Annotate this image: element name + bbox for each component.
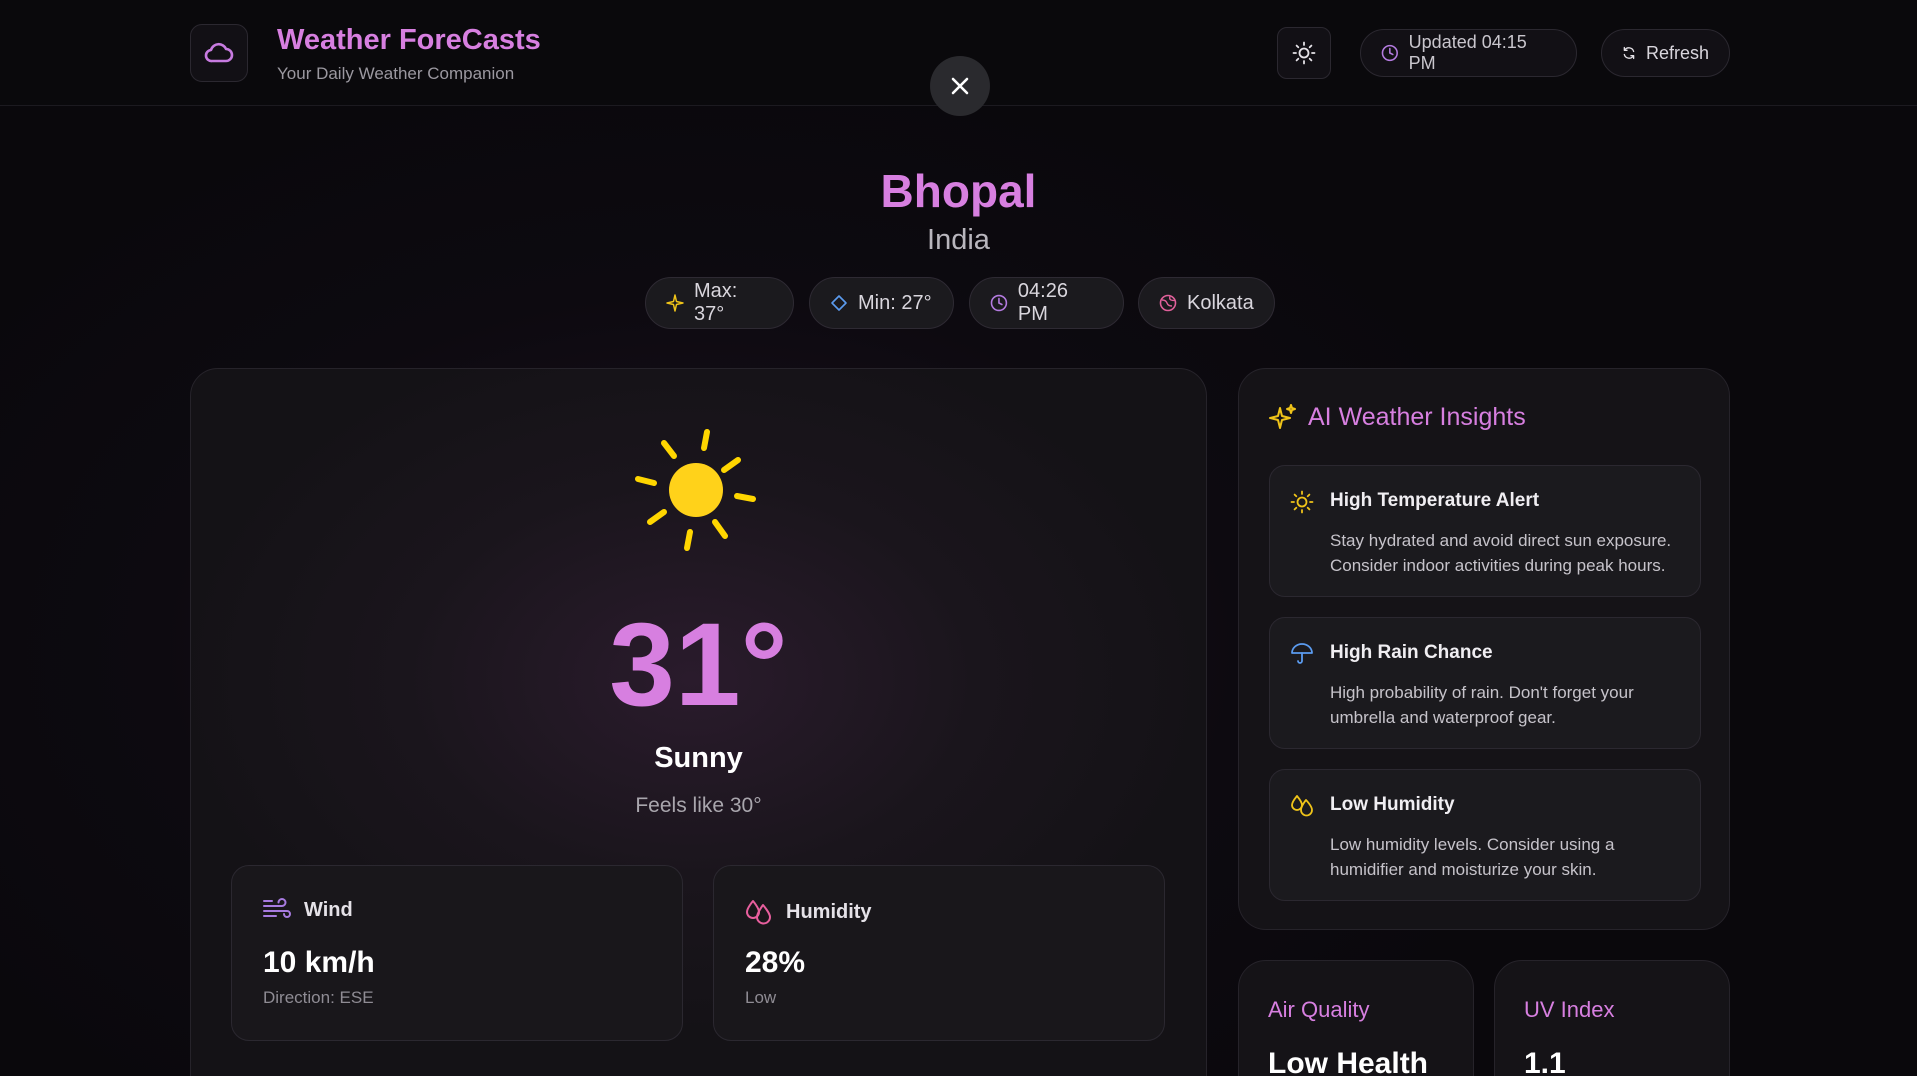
insight-title: Low Humidity xyxy=(1330,794,1455,815)
close-icon xyxy=(951,77,969,95)
insight-text: Low humidity levels. Consider using a hu… xyxy=(1330,835,1615,879)
uv-index-card: UV Index 1.1 xyxy=(1494,960,1730,1076)
insight-text: High probability of rain. Don't forget y… xyxy=(1330,683,1634,727)
wind-label: Wind xyxy=(304,898,353,921)
insight-card: High Temperature Alert Stay hydrated and… xyxy=(1269,465,1701,597)
refresh-button[interactable]: Refresh xyxy=(1601,29,1730,77)
wind-direction: Direction: ESE xyxy=(263,988,374,1007)
page: Weather ForeCasts Your Daily Weather Com… xyxy=(0,0,1917,1076)
last-updated-indicator: Updated 04:15 PM xyxy=(1360,29,1577,77)
air-quality-title: Air Quality xyxy=(1268,997,1370,1022)
droplets-icon xyxy=(1291,795,1313,817)
weather-condition: Sunny xyxy=(654,742,743,774)
feels-like: Feels like 30° xyxy=(635,794,762,817)
sparkles-icon xyxy=(1269,404,1296,429)
wind-header: Wind xyxy=(262,898,353,922)
insight-title: High Temperature Alert xyxy=(1330,490,1540,511)
app-title: Weather ForeCasts xyxy=(277,24,541,56)
uv-index-title: UV Index xyxy=(1524,997,1615,1022)
wind-speed: 10 km/h xyxy=(263,946,375,979)
wind-icon xyxy=(263,898,291,918)
theme-toggle-button[interactable] xyxy=(1277,27,1331,79)
close-button[interactable] xyxy=(930,56,990,116)
updated-label: Updated 04:15 PM xyxy=(1408,32,1527,73)
city-name: Bhopal xyxy=(880,165,1037,217)
local-time-chip: 04:26 PM xyxy=(969,277,1124,329)
humidity-card: Humidity 28% Low xyxy=(713,865,1165,1041)
insights-title: AI Weather Insights xyxy=(1308,403,1526,431)
timezone-label: Kolkata xyxy=(1187,291,1254,314)
insight-text: Stay hydrated and avoid direct sun expos… xyxy=(1330,531,1672,575)
diamond-icon xyxy=(831,295,847,311)
air-quality-value: Low Health xyxy=(1268,1047,1429,1076)
top-header: Weather ForeCasts Your Daily Weather Com… xyxy=(0,0,1917,116)
min-temp-label: Min: 27° xyxy=(858,291,932,314)
sunny-weather-icon xyxy=(635,429,756,551)
umbrella-icon xyxy=(1291,643,1313,664)
air-quality-card: Air Quality Low Health xyxy=(1238,960,1474,1076)
cloud-icon xyxy=(204,42,234,63)
app-logo[interactable] xyxy=(190,24,248,82)
insight-card: Low Humidity Low humidity levels. Consid… xyxy=(1269,769,1701,901)
country-name: India xyxy=(927,224,990,256)
timezone-chip: Kolkata xyxy=(1138,277,1275,329)
humidity-value: 28% xyxy=(745,946,806,979)
max-temp-chip: Max: 37° xyxy=(645,277,794,329)
globe-icon xyxy=(1159,294,1177,312)
humidity-label: Humidity xyxy=(786,900,872,923)
sun-icon xyxy=(1292,41,1316,65)
clock-icon xyxy=(1381,44,1398,62)
max-temp-label: Max: 37° xyxy=(693,280,738,325)
uv-index-value: 1.1 xyxy=(1524,1047,1566,1076)
app-subtitle: Your Daily Weather Companion xyxy=(277,64,515,83)
refresh-icon xyxy=(1623,46,1635,60)
refresh-label: Refresh xyxy=(1645,42,1709,63)
humidity-header: Humidity xyxy=(744,898,872,926)
ai-insights-panel: AI Weather Insights High Temperature Ale… xyxy=(1238,368,1730,930)
local-time-label: 04:26 PM xyxy=(1017,280,1068,325)
clock-icon xyxy=(990,294,1008,312)
insight-title: High Rain Chance xyxy=(1330,642,1493,663)
insight-card: High Rain Chance High probability of rai… xyxy=(1269,617,1701,749)
sparkle-icon xyxy=(666,294,684,312)
sun-icon xyxy=(1290,490,1314,514)
humidity-level: Low xyxy=(745,988,777,1007)
min-temp-chip: Min: 27° xyxy=(809,277,954,329)
wind-card: Wind 10 km/h Direction: ESE xyxy=(231,865,683,1041)
droplets-icon xyxy=(746,900,771,925)
current-temperature: 31° xyxy=(609,599,788,731)
